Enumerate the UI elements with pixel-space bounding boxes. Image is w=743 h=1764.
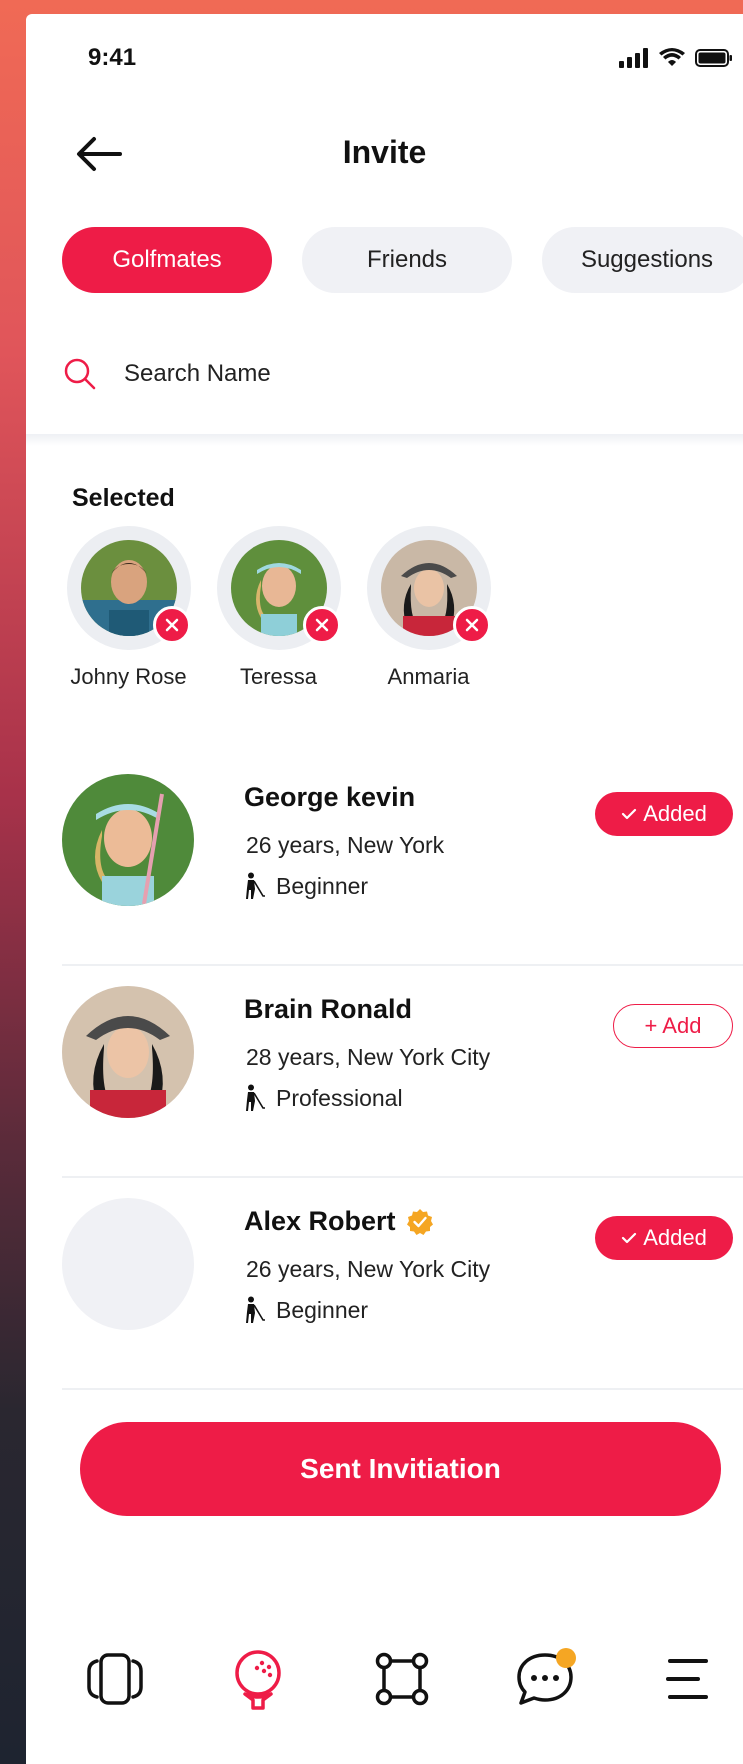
divider bbox=[26, 434, 743, 446]
status-bar: 9:41 bbox=[26, 14, 743, 94]
added-button[interactable]: Added bbox=[595, 792, 733, 836]
selected-item: Anmaria bbox=[366, 526, 491, 690]
user-level-text: Beginner bbox=[276, 1296, 369, 1323]
phone-screen: 9:41 Invite Golfmates Friends Suggestion… bbox=[26, 14, 743, 1764]
close-icon bbox=[315, 618, 328, 632]
user-meta: 26 years, New York bbox=[246, 832, 445, 858]
menu-icon bbox=[666, 1659, 708, 1699]
selected-item: Teressa bbox=[216, 526, 341, 690]
added-label: Added bbox=[643, 1225, 707, 1250]
nav-cards[interactable] bbox=[80, 1644, 150, 1714]
selected-list: Johny Rose Teressa Anmaria bbox=[66, 526, 491, 690]
user-name: Alex Robert bbox=[244, 1206, 434, 1237]
user-level: Beginner bbox=[244, 1296, 368, 1324]
golfer-icon bbox=[246, 1296, 265, 1323]
send-invitation-button[interactable]: Sent Invitiation bbox=[80, 1422, 721, 1516]
status-time: 9:41 bbox=[88, 44, 137, 71]
page-title: Invite bbox=[342, 134, 427, 170]
golfer-icon bbox=[246, 1084, 265, 1111]
remove-selected-button[interactable] bbox=[302, 606, 341, 644]
selected-avatar-frame[interactable] bbox=[66, 526, 191, 650]
selected-item: Johny Rose bbox=[66, 526, 191, 690]
list-item: George kevin 26 years, New York Beginner… bbox=[62, 754, 743, 966]
status-icons bbox=[619, 48, 733, 68]
add-button[interactable]: + Add bbox=[613, 1004, 733, 1048]
user-level-text: Professional bbox=[276, 1084, 403, 1111]
close-icon bbox=[465, 618, 478, 632]
user-name-text: Brain Ronald bbox=[244, 994, 413, 1024]
list-item: Brain Ronald 28 years, New York City Pro… bbox=[62, 966, 743, 1178]
nav-network[interactable] bbox=[367, 1644, 437, 1714]
search-input[interactable] bbox=[122, 359, 626, 389]
added-button[interactable]: Added bbox=[595, 1216, 733, 1260]
nav-menu[interactable] bbox=[653, 1644, 723, 1714]
nav-chat[interactable] bbox=[510, 1644, 580, 1714]
selected-name: Anmaria bbox=[387, 664, 470, 689]
selected-avatar-frame[interactable] bbox=[366, 526, 491, 650]
user-name: George kevin bbox=[244, 782, 415, 813]
header: Invite bbox=[26, 114, 743, 194]
user-name-text: Alex Robert bbox=[244, 1206, 396, 1236]
user-level: Beginner bbox=[244, 872, 368, 900]
selected-avatar-frame[interactable] bbox=[216, 526, 341, 650]
avatar-placeholder[interactable] bbox=[62, 1198, 194, 1330]
filter-tabs: Golfmates Friends Suggestions bbox=[62, 227, 743, 293]
selected-heading: Selected bbox=[72, 484, 175, 512]
avatar[interactable] bbox=[62, 986, 194, 1118]
user-level: Professional bbox=[244, 1084, 403, 1112]
user-level-text: Beginner bbox=[276, 872, 369, 899]
search-icon bbox=[62, 356, 98, 392]
wifi-icon bbox=[659, 48, 685, 66]
signal-icon bbox=[619, 48, 648, 68]
remove-selected-button[interactable] bbox=[452, 606, 491, 644]
user-name: Brain Ronald bbox=[244, 994, 412, 1025]
user-meta: 26 years, New York City bbox=[246, 1256, 491, 1282]
cards-icon bbox=[87, 1653, 143, 1705]
avatar[interactable] bbox=[62, 774, 194, 906]
added-label: Added bbox=[643, 801, 707, 826]
notification-badge bbox=[555, 1648, 576, 1668]
user-name-text: George kevin bbox=[244, 782, 416, 812]
nav-golf[interactable] bbox=[223, 1644, 293, 1714]
tab-suggestions[interactable]: Suggestions bbox=[542, 227, 743, 293]
battery-icon bbox=[695, 49, 732, 67]
bottom-nav bbox=[56, 1634, 743, 1724]
check-icon bbox=[622, 808, 637, 820]
remove-selected-button[interactable] bbox=[152, 606, 191, 644]
golf-ball-icon bbox=[235, 1650, 281, 1710]
list-item: Alex Robert 26 years, New York City Begi… bbox=[62, 1178, 743, 1390]
tab-friends[interactable]: Friends bbox=[302, 227, 512, 293]
check-icon bbox=[622, 1232, 637, 1244]
search-bar bbox=[62, 344, 743, 404]
tab-golfmates[interactable]: Golfmates bbox=[62, 227, 272, 293]
verified-badge-icon bbox=[406, 1208, 433, 1235]
close-icon bbox=[165, 618, 178, 632]
user-list: George kevin 26 years, New York Beginner… bbox=[62, 754, 743, 1390]
selected-name: Teressa bbox=[239, 664, 318, 689]
network-icon bbox=[375, 1652, 428, 1706]
user-meta: 28 years, New York City bbox=[246, 1044, 491, 1070]
selected-name: Johny Rose bbox=[70, 664, 187, 689]
golfer-icon bbox=[246, 872, 265, 899]
